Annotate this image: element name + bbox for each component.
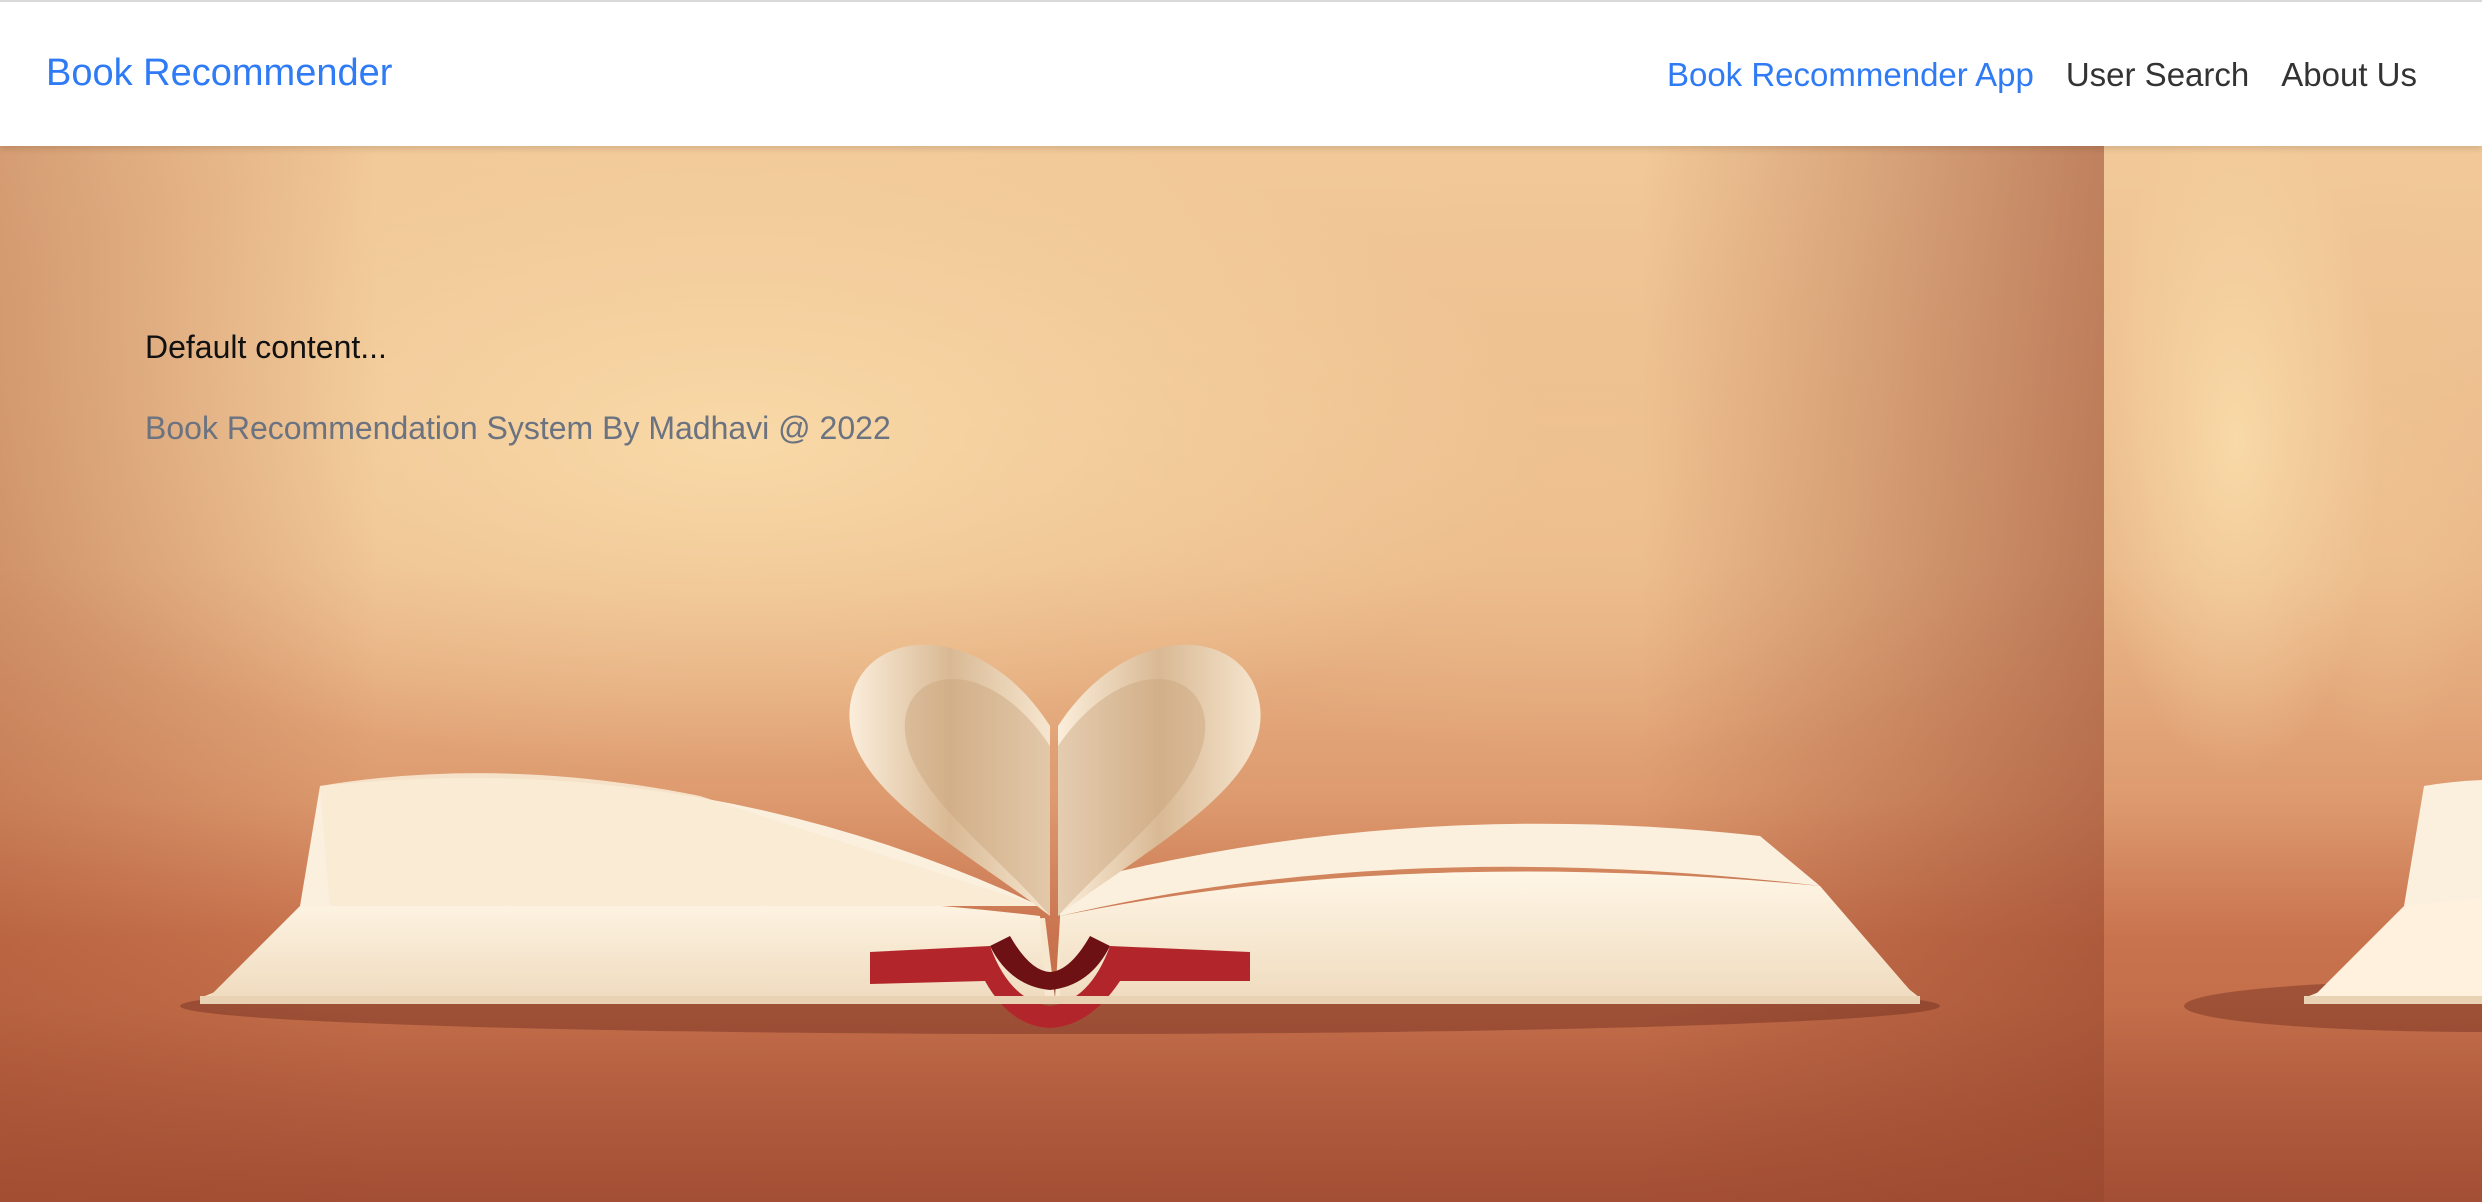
- background-image-tile: [0, 146, 2104, 1202]
- main-content: Default content... Book Recommendation S…: [145, 329, 891, 447]
- nav-user-search[interactable]: User Search: [2066, 56, 2249, 94]
- nav-book-recommender-app[interactable]: Book Recommender App: [1667, 56, 2034, 94]
- nav-links: Book Recommender App User Search About U…: [1667, 56, 2417, 94]
- default-content-text: Default content...: [145, 329, 387, 365]
- nav-about-us[interactable]: About Us: [2281, 56, 2417, 94]
- footer-credit-text: Book Recommendation System By Madhavi @ …: [145, 410, 891, 446]
- open-book-image-partial: [2184, 780, 2482, 1032]
- brand-link[interactable]: Book Recommender: [46, 52, 392, 95]
- top-navbar: Book Recommender Book Recommender App Us…: [0, 0, 2482, 146]
- hero-background: Default content... Book Recommendation S…: [0, 146, 2482, 1202]
- open-book-heart-image: [180, 644, 1940, 1034]
- background-image-tile-repeat: [2104, 146, 2482, 1202]
